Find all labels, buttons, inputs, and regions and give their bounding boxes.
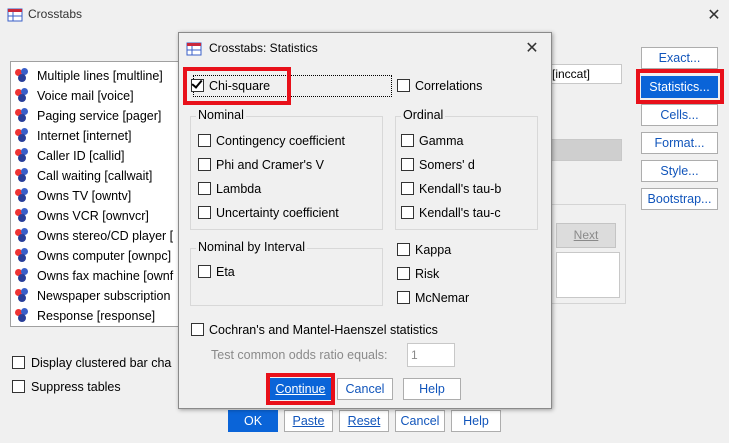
checkbox-icon xyxy=(12,356,25,369)
nominal-variable-icon xyxy=(15,128,31,142)
correlations-checkbox[interactable]: Correlations xyxy=(397,78,482,94)
cells-button[interactable]: Cells... xyxy=(641,104,718,126)
variable-list[interactable]: Multiple lines [multline] Voice mail [vo… xyxy=(10,61,180,327)
cancel-button[interactable]: Cancel xyxy=(395,410,445,432)
ok-button[interactable]: OK xyxy=(228,410,278,432)
chi-square-highlight-box xyxy=(183,67,291,105)
nominal-variable-icon xyxy=(15,68,31,82)
checkbox-icon xyxy=(397,243,410,256)
help-button[interactable]: Help xyxy=(451,410,501,432)
dialog-help-button[interactable]: Help xyxy=(403,378,461,400)
nominal-variable-icon xyxy=(15,208,31,222)
list-item[interactable]: Owns VCR [ownvcr] xyxy=(15,206,149,226)
somers-d-checkbox[interactable]: Somers' d xyxy=(401,157,475,173)
next-button[interactable]: Next xyxy=(556,223,616,248)
checkbox-icon xyxy=(401,134,414,147)
list-item[interactable]: Call waiting [callwait] xyxy=(15,166,152,186)
nominal-variable-icon xyxy=(15,288,31,302)
list-item[interactable]: Multiple lines [multline] xyxy=(15,66,163,86)
checkbox-icon xyxy=(401,182,414,195)
nominal-variable-icon xyxy=(15,248,31,262)
nominal-variable-icon xyxy=(15,148,31,162)
dialog-close-icon[interactable]: ✕ xyxy=(524,38,540,58)
nominal-by-interval-title: Nominal by Interval xyxy=(196,240,307,254)
list-item[interactable]: Owns TV [owntv] xyxy=(15,186,131,206)
checkbox-icon xyxy=(191,323,204,336)
column-variable-field[interactable]: [inccat] xyxy=(550,64,622,84)
window-close-icon[interactable]: ✕ xyxy=(706,5,722,25)
nominal-variable-icon xyxy=(15,88,31,102)
nominal-group-title: Nominal xyxy=(196,108,246,122)
checkbox-icon xyxy=(397,291,410,304)
nominal-variable-icon xyxy=(15,168,31,182)
suppress-tables-checkbox[interactable]: Suppress tables xyxy=(12,380,121,394)
paste-button[interactable]: Paste xyxy=(284,410,333,432)
kappa-checkbox[interactable]: Kappa xyxy=(397,242,451,258)
gamma-checkbox[interactable]: Gamma xyxy=(401,133,463,149)
crosstabs-app-icon xyxy=(7,8,23,22)
nominal-variable-icon xyxy=(15,108,31,122)
nominal-variable-icon xyxy=(15,228,31,242)
list-item[interactable]: Response [response] xyxy=(15,306,155,326)
bootstrap-button[interactable]: Bootstrap... xyxy=(641,188,718,210)
reset-button[interactable]: Reset xyxy=(339,410,389,432)
format-button[interactable]: Format... xyxy=(641,132,718,154)
lambda-checkbox[interactable]: Lambda xyxy=(198,181,261,197)
cochrans-mantel-haenszel-checkbox[interactable]: Cochran's and Mantel-Haenszel statistics xyxy=(191,322,438,338)
odds-ratio-input[interactable]: 1 xyxy=(407,343,455,367)
list-item[interactable]: Paging service [pager] xyxy=(15,106,161,126)
nominal-variable-icon xyxy=(15,188,31,202)
list-item[interactable]: Newspaper subscription xyxy=(15,286,170,306)
window-title: Crosstabs xyxy=(28,7,83,21)
phi-cramers-v-checkbox[interactable]: Phi and Cramer's V xyxy=(198,157,324,173)
uncertainty-coefficient-checkbox[interactable]: Uncertainty coefficient xyxy=(198,205,339,221)
ordinal-group-title: Ordinal xyxy=(401,108,446,122)
list-item[interactable]: Owns computer [ownpc] xyxy=(15,246,171,266)
list-item[interactable]: Internet [internet] xyxy=(15,126,132,146)
statistics-dialog: Crosstabs: Statistics ✕ Chi-square Corre… xyxy=(178,32,552,409)
kendalls-tau-c-checkbox[interactable]: Kendall's tau-c xyxy=(401,205,501,221)
odds-ratio-label: Test common odds ratio equals: xyxy=(211,348,388,362)
risk-checkbox[interactable]: Risk xyxy=(397,266,439,282)
eta-checkbox[interactable]: Eta xyxy=(198,264,235,280)
checkbox-icon xyxy=(12,380,25,393)
statistics-highlight-box xyxy=(636,69,724,104)
dialog-cancel-button[interactable]: Cancel xyxy=(337,378,393,400)
nominal-variable-icon xyxy=(15,308,31,322)
crosstabs-app-icon xyxy=(186,42,202,56)
checkbox-icon xyxy=(401,158,414,171)
display-clustered-bar-checkbox[interactable]: Display clustered bar cha xyxy=(12,356,171,370)
checkbox-icon xyxy=(397,267,410,280)
list-item[interactable]: Voice mail [voice] xyxy=(15,86,134,106)
checkbox-icon xyxy=(198,182,211,195)
layer-variable-field[interactable] xyxy=(550,139,622,161)
dialog-title: Crosstabs: Statistics xyxy=(209,41,318,55)
contingency-coefficient-checkbox[interactable]: Contingency coefficient xyxy=(198,133,345,149)
list-item[interactable]: Owns stereo/CD player [ xyxy=(15,226,173,246)
layer-list[interactable] xyxy=(556,252,620,298)
nominal-variable-icon xyxy=(15,268,31,282)
list-item[interactable]: Caller ID [callid] xyxy=(15,146,125,166)
checkbox-icon xyxy=(401,206,414,219)
checkbox-icon xyxy=(198,158,211,171)
exact-button[interactable]: Exact... xyxy=(641,47,718,69)
continue-highlight-box xyxy=(266,373,335,405)
kendalls-tau-b-checkbox[interactable]: Kendall's tau-b xyxy=(401,181,501,197)
checkbox-icon xyxy=(198,206,211,219)
checkbox-icon xyxy=(198,265,211,278)
style-button[interactable]: Style... xyxy=(641,160,718,182)
checkbox-icon xyxy=(198,134,211,147)
list-item[interactable]: Owns fax machine [ownf xyxy=(15,266,173,286)
mcnemar-checkbox[interactable]: McNemar xyxy=(397,290,469,306)
checkbox-icon xyxy=(397,79,410,92)
